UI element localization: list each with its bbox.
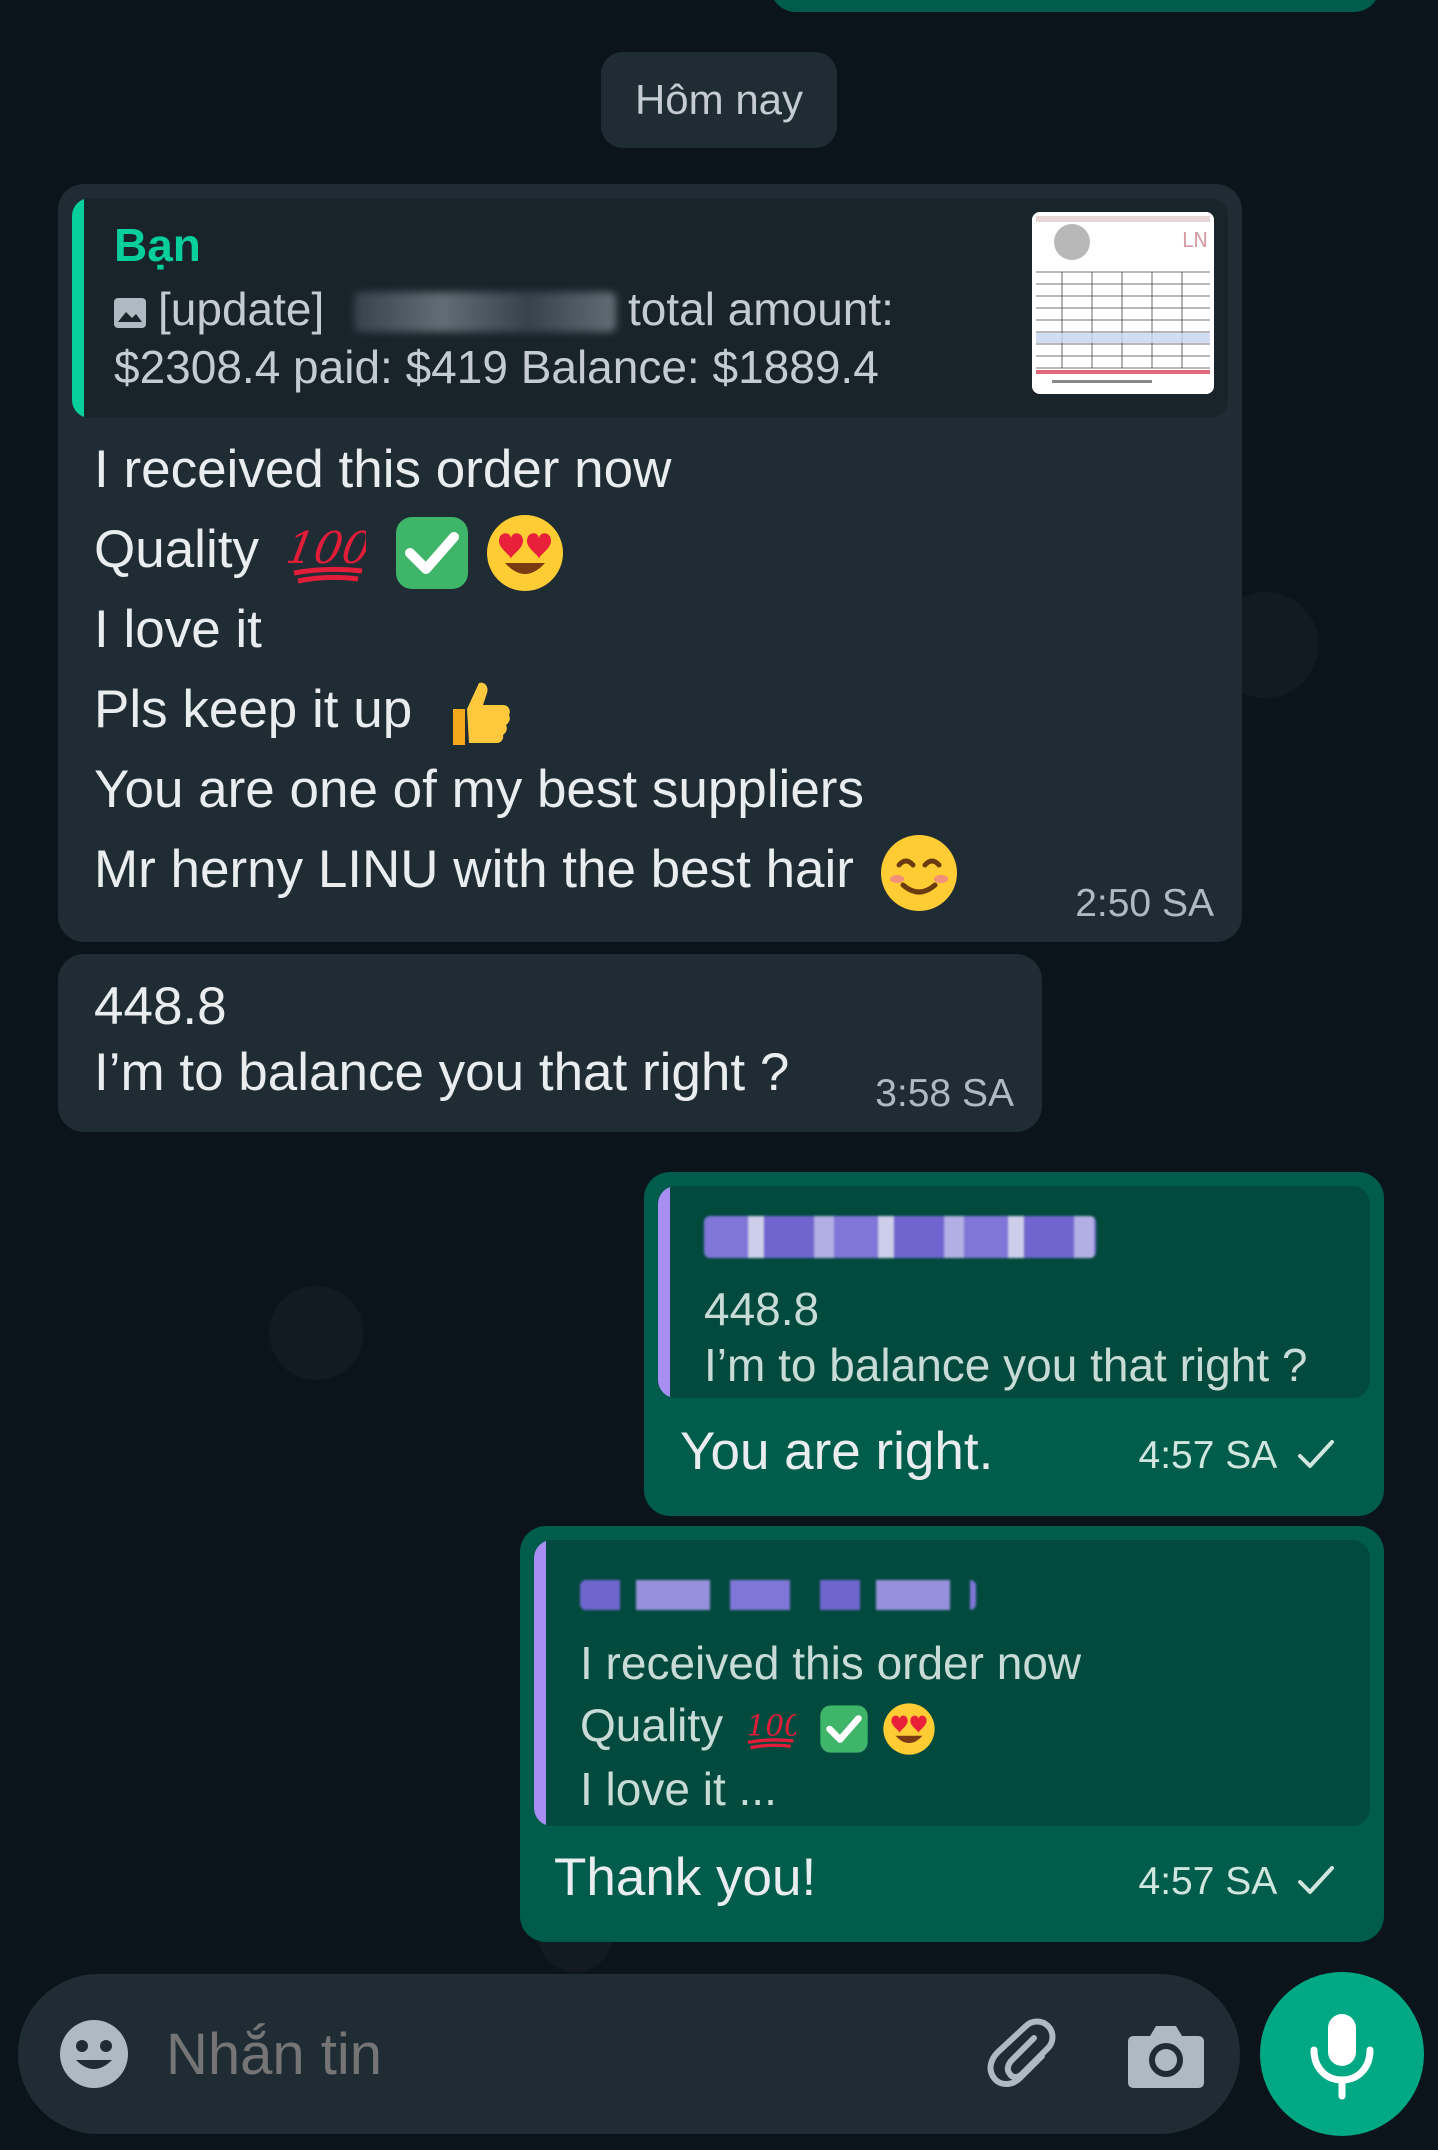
redacted-text: [354, 292, 616, 332]
camera-icon[interactable]: [1126, 2016, 1206, 2092]
message-time: 2:50 SA: [1075, 882, 1214, 925]
svg-text:LN: LN: [1182, 228, 1208, 252]
message-line-2-text: Quality: [94, 520, 259, 579]
quoted-message[interactable]: 448.8 I’m to balance you that right ?: [658, 1186, 1370, 1398]
heart-eyes-icon: [485, 513, 565, 593]
message-incoming-2[interactable]: 448.8 I’m to balance you that right ? 3:…: [58, 954, 1042, 1132]
message-line-5: You are one of my best suppliers: [94, 760, 864, 819]
message-incoming-1[interactable]: Bạn [update] total amount: $2308.4 paid:…: [58, 184, 1242, 942]
message-text: Thank you!: [554, 1848, 817, 1907]
hundred-points-icon: 100: [282, 517, 375, 589]
smiling-face-icon: [879, 833, 959, 913]
hundred-points-icon: 100: [744, 1705, 803, 1753]
quote-line-1: I received this order now: [580, 1637, 1082, 1689]
previous-message-edge: [770, 0, 1380, 12]
sent-check-icon: [1298, 1866, 1334, 1894]
quote-accent-bar: [534, 1540, 546, 1826]
quote-accent-bar: [72, 198, 84, 418]
message-line-2: Quality 100: [94, 510, 565, 593]
quote-author: Bạn: [114, 219, 201, 271]
svg-text:100: 100: [288, 523, 366, 574]
quote-prefix: [update]: [158, 283, 325, 335]
quote-thumbnail[interactable]: LN: [1032, 212, 1214, 394]
message-text: You are right.: [680, 1422, 994, 1481]
time-label: 4:57 SA: [1138, 1860, 1276, 1903]
quote-line-2: $2308.4 paid: $419 Balance: $1889.4: [114, 341, 879, 393]
attach-icon[interactable]: [978, 2014, 1058, 2094]
message-time: 4:57 SA: [1139, 1860, 1336, 1904]
quote-line-3: I love it ...: [580, 1763, 777, 1815]
redacted-author: [580, 1580, 976, 1610]
quote-line-2: I’m to balance you that right ?: [704, 1339, 1308, 1391]
quote-suffix: total amount:: [628, 283, 894, 335]
voice-message-button[interactable]: [1260, 1972, 1424, 2136]
message-input[interactable]: [166, 2004, 946, 2104]
microphone-icon: [1310, 2014, 1374, 2100]
message-line-1: 448.8: [94, 977, 227, 1036]
quote-line-2: Quality 100: [580, 1698, 936, 1756]
message-line-6-text: Mr herny LINU with the best hair: [94, 840, 854, 899]
quote-line-2-text: Quality: [580, 1699, 724, 1751]
message-line-3: I love it: [94, 600, 262, 659]
sent-check-icon: [1298, 1440, 1334, 1468]
quoted-message[interactable]: Bạn [update] total amount: $2308.4 paid:…: [72, 198, 1228, 418]
message-outgoing-1[interactable]: 448.8 I’m to balance you that right ? Yo…: [644, 1172, 1384, 1516]
check-mark-button-icon: [819, 1704, 869, 1754]
thumbs-up-icon: [439, 675, 515, 751]
image-icon: [114, 298, 146, 328]
svg-text:100: 100: [747, 1709, 796, 1743]
message-line-2: I’m to balance you that right ?: [94, 1043, 790, 1102]
message-time: 4:57 SA: [1139, 1434, 1336, 1478]
quoted-message[interactable]: I received this order now Quality 100: [534, 1540, 1370, 1826]
time-label: 4:57 SA: [1138, 1434, 1276, 1477]
emoji-icon[interactable]: [54, 2014, 134, 2094]
message-time: 3:58 SA: [875, 1072, 1014, 1115]
quote-accent-bar: [658, 1186, 670, 1398]
heart-eyes-icon: [882, 1702, 936, 1756]
check-mark-button-icon: [394, 515, 470, 591]
redacted-author: [704, 1216, 1096, 1258]
message-line-6: Mr herny LINU with the best hair: [94, 830, 959, 913]
quote-line-1: [update]: [158, 282, 324, 336]
message-composer[interactable]: [18, 1974, 1240, 2134]
message-line-1: I received this order now: [94, 440, 672, 499]
date-chip: Hôm nay: [601, 52, 837, 148]
message-line-4: Pls keep it up: [94, 670, 515, 751]
message-line-4-text: Pls keep it up: [94, 680, 413, 739]
message-outgoing-2[interactable]: I received this order now Quality 100: [520, 1526, 1384, 1942]
invoice-thumbnail-icon: LN: [1032, 212, 1214, 394]
quote-line-1: 448.8: [704, 1283, 820, 1335]
